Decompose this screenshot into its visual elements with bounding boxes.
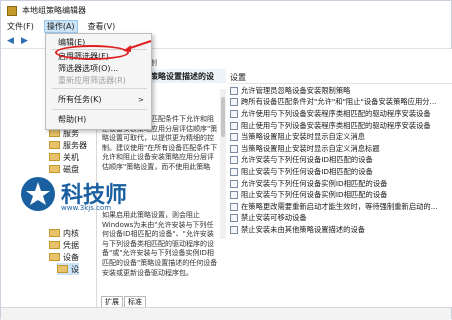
tree-item[interactable]: 服务器	[49, 139, 87, 151]
tree-item[interactable]: 内核	[49, 227, 79, 239]
policy-icon	[230, 191, 238, 200]
folder-icon	[57, 265, 68, 273]
policy-icon	[230, 179, 238, 188]
folder-icon	[49, 153, 60, 161]
policy-icon	[230, 121, 238, 130]
app-icon	[7, 5, 17, 16]
title-bar: 本地组策略编辑器	[1, 1, 451, 20]
menu-item-filter-options[interactable]: 筛选器选项(O)...	[58, 63, 118, 74]
column-header-setting[interactable]: 设置	[228, 71, 452, 84]
settings-list: 设置 允许管理员忽略设备安装限制策略 跨所有设备匹配条件对"允许"和"阻止"设备…	[228, 49, 452, 307]
description-text-2: 如果启用此策略设置，则会阻止Windows为未由"允许安装与下列任何设备ID相匹…	[102, 211, 218, 277]
policy-icon	[230, 98, 238, 107]
folder-icon	[49, 165, 60, 173]
list-item[interactable]: 阻止安装与下列任何设备ID相匹配的设备	[228, 166, 452, 178]
status-bar	[1, 307, 451, 320]
policy-icon	[230, 156, 238, 165]
list-item[interactable]: 跨所有设备匹配条件对"允许"和"阻止"设备安装策略应用分...	[228, 97, 452, 109]
policy-icon	[230, 214, 238, 223]
back-arrow-icon[interactable]: ◀	[5, 35, 16, 46]
menu-separator	[52, 88, 147, 89]
list-item[interactable]: 当策略设置阻止安装时显示自定义消息标题	[228, 143, 452, 155]
watermark-url: www.3kjs.com	[61, 204, 112, 212]
folder-icon	[49, 141, 60, 149]
policy-icon	[230, 202, 238, 211]
folder-icon	[49, 253, 60, 261]
list-item[interactable]: 阻止使用与下列设备安装程序类相匹配的驱动程序安装设备	[228, 120, 452, 132]
menu-separator	[52, 109, 147, 110]
menu-file[interactable]: 文件(F)	[5, 21, 36, 32]
list-item[interactable]: 允许安装与下列任何设备ID相匹配的设备	[228, 155, 452, 167]
view-tabs: 扩展 标准	[101, 296, 147, 307]
highlight-ring	[55, 45, 129, 60]
policy-icon	[230, 225, 238, 234]
annotation-arrow-icon	[123, 40, 152, 52]
window-title: 本地组策略编辑器	[22, 6, 86, 15]
menu-action[interactable]: 操作(A)	[43, 20, 78, 33]
tree-item[interactable]: 磁盘	[49, 163, 79, 175]
tab-extended[interactable]: 扩展	[101, 296, 123, 307]
watermark: 科技师 www.3kjs.com	[21, 177, 151, 217]
tab-standard[interactable]: 标准	[124, 296, 146, 307]
list-item[interactable]: 允许管理员忽略设备安装限制策略	[228, 85, 452, 97]
policy-icon	[230, 109, 238, 118]
menu-view[interactable]: 查看(V)	[86, 21, 118, 32]
scroll-thumb[interactable]	[221, 97, 225, 137]
menu-bar: 文件(F) 操作(A) 查看(V)	[1, 20, 451, 33]
policy-icon	[230, 86, 238, 95]
list-item[interactable]: 禁止安装未由其他策略设置描述的设备	[228, 224, 452, 236]
policy-icon	[230, 144, 238, 153]
list-item[interactable]: 允许使用与下列设备安装程序类相匹配的驱动程序安装设备	[228, 108, 452, 120]
tree-item[interactable]: 设备	[49, 251, 79, 263]
submenu-arrow-icon: >	[138, 95, 144, 104]
policy-icon	[230, 167, 238, 176]
folder-icon	[49, 241, 60, 249]
list-item[interactable]: 允许安装与下列任何设备实例ID相匹配的设备	[228, 178, 452, 190]
list-item[interactable]: 阻止安装与下列任何设备实例ID相匹配的设备	[228, 189, 452, 201]
menu-item-reapply-filter: 重新应用筛选器(R)	[58, 76, 126, 85]
tree-item[interactable]: 关机	[49, 151, 79, 163]
menu-item-help[interactable]: 帮助(H)	[58, 114, 86, 125]
list-item[interactable]: 禁止安装可移动设备	[228, 213, 452, 225]
tree-item[interactable]: 凭据	[49, 239, 79, 251]
tree-item-selected[interactable]: 设	[57, 263, 79, 275]
description-scrollbar[interactable]	[220, 89, 226, 239]
forward-arrow-icon[interactable]: ▶	[19, 35, 30, 46]
folder-icon	[49, 229, 60, 237]
list-item[interactable]: 当策略设置阻止安装时显示自定义消息	[228, 131, 452, 143]
main-window: 本地组策略编辑器 文件(F) 操作(A) 查看(V) ◀ ▶ 服务 服务器 关机…	[0, 0, 452, 320]
policy-icon	[230, 133, 238, 142]
folder-icon	[49, 129, 60, 137]
list-item[interactable]: 在策略更改需要重新启动才能生效时，等待强制重新启动的...	[228, 201, 452, 213]
menu-item-all-tasks[interactable]: 所有任务(K) >	[58, 94, 144, 105]
watermark-logo-icon	[21, 177, 55, 211]
